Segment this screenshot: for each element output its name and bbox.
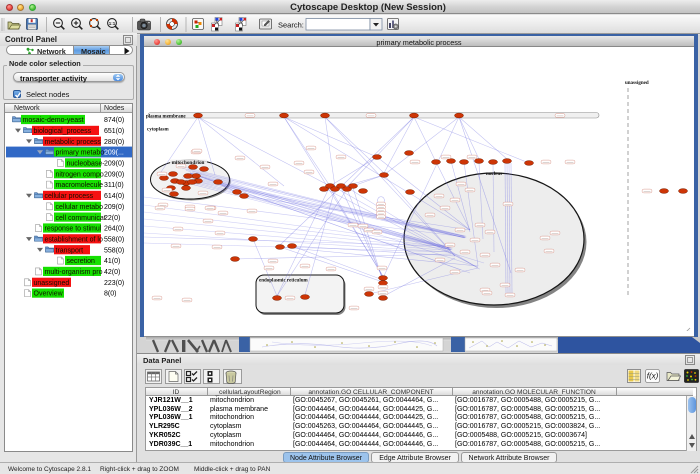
- svg-text:209(...: 209(...: [104, 150, 124, 157]
- svg-text:651(0): 651(0): [104, 128, 124, 135]
- svg-text:secretion: secretion: [67, 258, 96, 265]
- svg-text:558(0): 558(0): [104, 247, 124, 254]
- svg-text:unassigned: unassigned: [34, 280, 70, 287]
- svg-text:209(0): 209(0): [104, 161, 124, 168]
- svg-text:multi-organism pro: multi-organism pro: [45, 269, 103, 276]
- svg-text:response to stimul: response to stimul: [45, 226, 102, 233]
- svg-text:endoplasmic reticulum: endoplasmic reticulum: [259, 279, 308, 284]
- svg-text:Search:: Search:: [278, 21, 304, 30]
- svg-text:874(0): 874(0): [104, 117, 124, 124]
- svg-text:cell communicat: cell communicat: [56, 215, 106, 222]
- svg-text:558(0): 558(0): [104, 237, 124, 244]
- svg-text:264(0): 264(0): [104, 226, 124, 233]
- svg-text:614(0): 614(0): [104, 193, 124, 200]
- svg-text:establishment of lo: establishment of lo: [45, 237, 103, 244]
- svg-text:22(0): 22(0): [104, 215, 120, 222]
- svg-text:cellular metabo: cellular metabo: [56, 204, 104, 211]
- svg-text:nucleobase-: nucleobase-: [67, 161, 106, 168]
- svg-text:42(0): 42(0): [104, 269, 120, 276]
- svg-text:41(0): 41(0): [104, 258, 120, 265]
- svg-text:1:1: 1:1: [109, 21, 116, 26]
- svg-text:nucleus: nucleus: [486, 172, 502, 177]
- svg-text:transport: transport: [56, 247, 84, 254]
- svg-text:311(0): 311(0): [104, 182, 124, 189]
- svg-text:Overview: Overview: [34, 291, 64, 298]
- svg-text:f(x): f(x): [647, 372, 659, 381]
- svg-text:biological_process: biological_process: [34, 128, 92, 135]
- svg-text:unassigned: unassigned: [625, 81, 649, 86]
- svg-text:primary metabo: primary metabo: [56, 150, 105, 157]
- svg-text:223(0): 223(0): [104, 280, 124, 287]
- svg-text:cellular process: cellular process: [45, 193, 94, 200]
- svg-text:mosaic-demo-yeast: mosaic-demo-yeast: [23, 117, 84, 124]
- svg-text:macromolecule: macromolecule: [56, 182, 104, 189]
- svg-text:209(0): 209(0): [104, 171, 124, 178]
- svg-text:8(0): 8(0): [104, 291, 116, 298]
- svg-text:209(0): 209(0): [104, 204, 124, 211]
- svg-text:cytoplasm: cytoplasm: [147, 128, 170, 133]
- svg-text:metabolic process: metabolic process: [45, 139, 102, 146]
- svg-text:280(0): 280(0): [104, 139, 124, 146]
- svg-text:nitrogen compo: nitrogen compo: [56, 171, 104, 178]
- svg-text:plasma membrane: plasma membrane: [146, 114, 186, 119]
